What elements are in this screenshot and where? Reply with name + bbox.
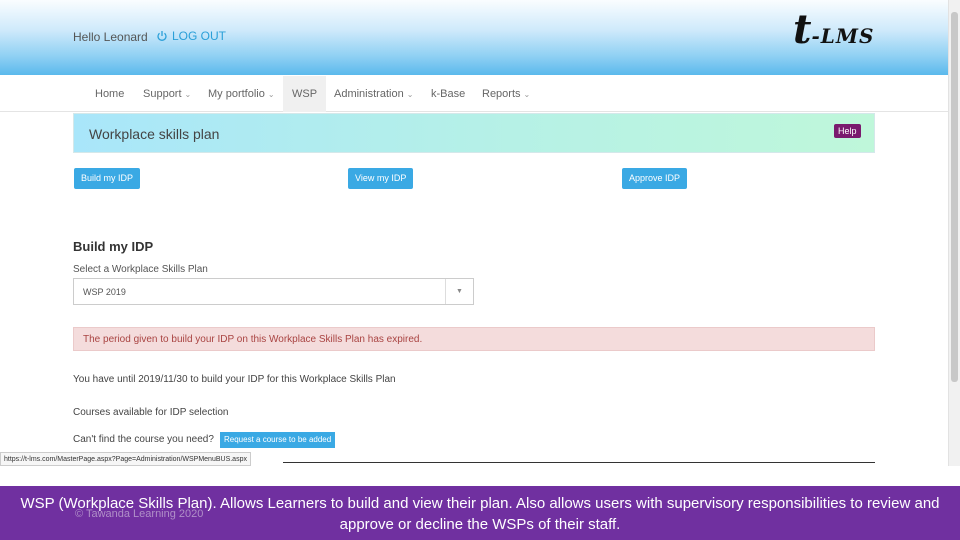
tlms-logo: t -LMS (793, 10, 874, 54)
status-bar-url: https://t-lms.com/MasterPage.aspx?Page=A… (0, 452, 251, 466)
deadline-text: You have until 2019/11/30 to build your … (73, 374, 396, 385)
wsp-select-value: WSP 2019 (83, 287, 126, 297)
vertical-scrollbar[interactable] (948, 0, 960, 466)
scrollbar-thumb[interactable] (951, 12, 958, 382)
courses-available-text: Courses available for IDP selection (73, 407, 229, 418)
nav-item-wsp[interactable]: WSP (283, 76, 327, 112)
chevron-down-icon: ⌄ (184, 90, 192, 99)
nav-label: WSP (292, 88, 318, 100)
build-my-idp-button[interactable]: Build my IDP (74, 168, 141, 189)
app-window: Hello Leonard LOG OUT t -LMS Home Suppor… (0, 0, 948, 466)
page-banner: Workplace skills plan Help (73, 113, 875, 153)
view-my-idp-button[interactable]: View my IDP (348, 168, 414, 189)
chevron-down-icon: ⌄ (267, 90, 275, 99)
caption-text: WSP (Workplace Skills Plan). Allows Lear… (20, 495, 940, 533)
slide-caption: © Tawanda Learning 2020 WSP (Workplace S… (0, 486, 960, 540)
dropdown-arrow-icon[interactable]: ▼ (445, 279, 473, 304)
chevron-down-icon: ⌄ (406, 90, 414, 99)
nav-item-my-portfolio[interactable]: My portfolio ⌄ (199, 76, 284, 112)
expired-alert: The period given to build your IDP on th… (73, 327, 875, 351)
alert-message: The period given to build your IDP on th… (83, 334, 423, 345)
logo-text: -LMS (811, 24, 875, 48)
nav-item-support[interactable]: Support ⌄ (134, 76, 200, 112)
logout-link[interactable]: LOG OUT (156, 29, 226, 43)
nav-item-home[interactable]: Home (86, 76, 133, 112)
wsp-select-label: Select a Workplace Skills Plan (73, 264, 208, 275)
main-nav: Home Support ⌄ My portfolio ⌄ WSP Administ… (0, 76, 948, 112)
top-header: Hello Leonard LOG OUT t -LMS (0, 0, 948, 75)
nav-item-k-base[interactable]: k-Base (422, 76, 474, 112)
nav-label: Support (143, 88, 182, 100)
nav-label: My portfolio (208, 88, 265, 100)
nav-label: Administration (334, 88, 404, 100)
nav-label: Reports (482, 88, 521, 100)
nav-label: k-Base (431, 88, 466, 100)
logo-letter: t (793, 6, 812, 53)
nav-label: Home (95, 88, 125, 100)
nav-item-reports[interactable]: Reports ⌄ (473, 76, 539, 112)
cant-find-text: Can't find the course you need? (73, 434, 214, 445)
request-course-button[interactable]: Request a course to be added (220, 432, 336, 448)
nav-item-administration[interactable]: Administration ⌄ (325, 76, 422, 112)
approve-idp-button[interactable]: Approve IDP (622, 168, 688, 189)
wsp-select[interactable]: WSP 2019 ▼ (73, 278, 474, 305)
section-title: Build my IDP (73, 239, 154, 254)
greeting-text: Hello Leonard (73, 30, 148, 44)
logout-label: LOG OUT (172, 29, 227, 43)
chevron-down-icon: ⌄ (523, 90, 531, 99)
divider (283, 462, 875, 463)
power-icon (157, 31, 167, 41)
page-title: Workplace skills plan (89, 126, 220, 142)
help-button[interactable]: Help (834, 124, 861, 138)
